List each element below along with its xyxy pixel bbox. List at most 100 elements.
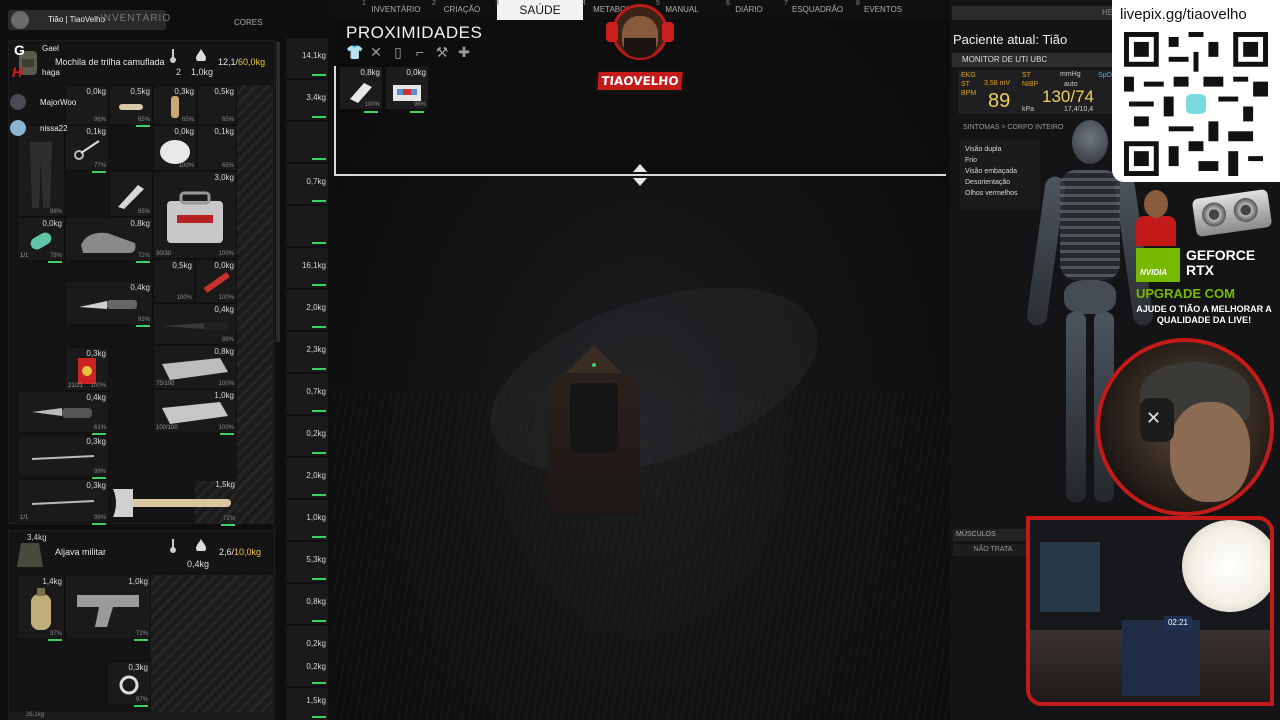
axe-filter-icon[interactable]: ⚒ xyxy=(434,44,450,60)
gun-filter-icon[interactable]: ⌐ xyxy=(412,44,428,60)
brand-logo-icon: H xyxy=(12,64,23,80)
item-durability: 100% xyxy=(364,102,380,108)
proximity-filter-bar: 👕 ✕ ▯ ⌐ ⚒ ✚ xyxy=(346,44,472,60)
item-slot[interactable]: 0,0kg 1/1 78% xyxy=(17,217,65,263)
bottle-filter-icon[interactable]: ▯ xyxy=(390,44,406,60)
item-slot[interactable]: 0,0kg 100% xyxy=(195,259,237,305)
proximity-item[interactable]: 0,0kg 96% xyxy=(386,67,428,113)
clothing-filter-icon[interactable]: 👕 xyxy=(346,44,363,60)
toolbox-item-icon xyxy=(167,191,223,244)
equipment-slot[interactable]: 14,1kg xyxy=(286,38,328,78)
symptoms-list: Visão dupla Frio Visão embaçada Desorien… xyxy=(960,140,1040,210)
symptom-item: Olhos vermelhos xyxy=(965,190,1018,197)
item-slot[interactable]: 0,5kg 65% xyxy=(197,85,237,127)
water-drop-icon xyxy=(196,539,206,551)
item-slot[interactable]: 0,5kg 100% xyxy=(153,259,195,305)
tab-esquadrao[interactable]: 7 ESQUADRÃO xyxy=(784,0,843,20)
inventory-header: Tião | TiaoVelho INVENTÁRIO xyxy=(8,10,170,30)
viewer-entry: MajorWoo xyxy=(10,94,150,110)
flare-item-icon xyxy=(203,271,231,293)
item-slot[interactable]: 1,4kg 97% xyxy=(17,575,65,641)
equipment-slot[interactable] xyxy=(286,206,328,246)
item-slot[interactable]: 0,4kg 61% xyxy=(17,391,109,435)
item-slot[interactable]: 0,0kg 100% xyxy=(153,125,197,173)
tab-saude[interactable]: 3 SAÚDE xyxy=(495,0,583,20)
symptom-item: Frio xyxy=(965,157,978,164)
equipment-slot[interactable]: 3,4kg xyxy=(286,80,328,120)
equipment-slot[interactable]: 0,2kg xyxy=(286,656,328,686)
colors-tab[interactable]: CORES xyxy=(234,18,262,27)
scissors-item-icon xyxy=(74,139,100,160)
streamer-webcam: ✕ xyxy=(1096,338,1274,516)
item-slot[interactable]: 0,3kg 99% xyxy=(17,435,109,479)
tools-filter-icon[interactable]: ✕ xyxy=(368,44,384,60)
metal-sheet-item-icon xyxy=(162,401,228,424)
tab-criacao[interactable]: 2 CRIAÇÃO xyxy=(432,0,484,20)
item-slot[interactable]: 0,8kg 72% xyxy=(65,217,153,263)
item-slot[interactable]: 0,4kg 89% xyxy=(153,303,237,347)
graphics-card-icon xyxy=(1191,188,1273,238)
icu-monitor: EKG ST BPM 3,58 mV 89 ST NIBP mmHg auto … xyxy=(958,70,1116,114)
item-slot[interactable]: 0,3kg 21/21 100% xyxy=(65,347,109,393)
equipment-slot[interactable]: 0,8kg xyxy=(286,584,328,624)
help-text: AJUDE O TIÃO A MELHORAR A QUALIDADE DA L… xyxy=(1136,304,1272,325)
equipment-slot[interactable]: 2,0kg xyxy=(286,458,328,498)
equipment-slot[interactable]: 0,2kg xyxy=(286,416,328,456)
item-slot[interactable]: 0,3kg 65% xyxy=(153,85,197,127)
pill-item-icon xyxy=(30,232,52,250)
backpack-container: Mochila de trilha camuflada 2 1,0kg 12,1… xyxy=(8,40,275,526)
equipment-slot[interactable]: 16,1kg xyxy=(286,248,328,288)
inventory-scrollbar[interactable] xyxy=(276,42,280,342)
thermometer-icon xyxy=(170,539,176,553)
item-slot[interactable]: 95% xyxy=(109,171,153,219)
pants-item-icon xyxy=(30,141,52,208)
cereal-box-item-icon xyxy=(78,357,96,384)
item-durability: 96% xyxy=(413,102,426,108)
brand-logo-icon: G xyxy=(14,42,25,58)
item-slot[interactable]: 0,3kg 97% xyxy=(107,661,151,707)
viewer-avatar xyxy=(10,94,26,110)
next-container-header: 26,1kg xyxy=(8,712,275,720)
backpack-capacity: 12,1/60,0kg xyxy=(218,57,266,67)
tab-eventos[interactable]: 8 EVENTOS xyxy=(856,0,902,20)
upgrade-text: UPGRADE COM xyxy=(1136,286,1235,301)
equipment-slot[interactable]: 1,0kg xyxy=(286,500,328,540)
item-slot[interactable]: 0,8kg 75/100 100% xyxy=(153,345,237,391)
locked-slots xyxy=(237,85,273,523)
proximity-item[interactable]: 0,8kg 100% xyxy=(340,67,382,113)
equipment-slot[interactable]: 2,0kg xyxy=(286,290,328,330)
item-slot[interactable]: 1,5kg 72% xyxy=(109,479,237,526)
equipment-slot[interactable]: 0,7kg xyxy=(286,374,328,414)
durability-bar xyxy=(410,111,424,113)
item-slot[interactable]: 1,0kg 72% xyxy=(65,575,151,641)
medical-filter-icon[interactable]: ✚ xyxy=(456,44,472,60)
equipment-slot[interactable]: 2,3kg xyxy=(286,332,328,372)
item-slot[interactable]: 98% xyxy=(17,125,65,219)
equipment-slot[interactable] xyxy=(286,122,328,162)
item-slot[interactable]: 0,4kg 93% xyxy=(65,281,153,327)
item-slot[interactable]: 1,0kg 100/100 100% xyxy=(153,389,237,435)
symptom-item: Visão dupla xyxy=(965,146,1002,153)
locked-slots xyxy=(151,575,273,713)
pistol-item-icon xyxy=(77,595,139,628)
tab-diario[interactable]: 6 DIÁRIO xyxy=(726,0,764,20)
item-slot[interactable]: 3,0kg 30/30 100% xyxy=(153,171,237,261)
icu-monitor-title: MONITOR DE UTI UBC xyxy=(952,53,1122,67)
item-slot[interactable]: 0,3kg 1/1 99% xyxy=(17,479,109,525)
equipment-column: 14,1kg 3,4kg 0,7kg 16,1kg 2,0kg 2,3kg 0,… xyxy=(286,38,328,720)
room-webcam: 02:21 xyxy=(1026,516,1274,706)
item-slot[interactable]: 0,1kg 65% xyxy=(197,125,237,173)
canteen-item-icon xyxy=(31,588,51,631)
untreated-label: NÃO TRATA xyxy=(953,544,1033,556)
equipment-slot[interactable]: 5,3kg xyxy=(286,542,328,582)
resize-handle-icon[interactable] xyxy=(631,164,649,186)
equipment-slot[interactable]: 1,5kg xyxy=(286,688,328,720)
muscles-section[interactable]: MÚSCULOS xyxy=(953,529,1033,541)
health-tabs: HE xyxy=(952,6,1113,20)
durability-bar xyxy=(364,111,378,113)
tab-inventario[interactable]: 1 INVENTÁRIO xyxy=(362,0,422,20)
headphone-logo-icon: ✕ xyxy=(1146,408,1162,428)
player-name: Tião | TiaoVelho xyxy=(48,15,105,24)
needle-item-icon xyxy=(31,499,95,505)
equipment-slot[interactable]: 0,7kg xyxy=(286,164,328,204)
